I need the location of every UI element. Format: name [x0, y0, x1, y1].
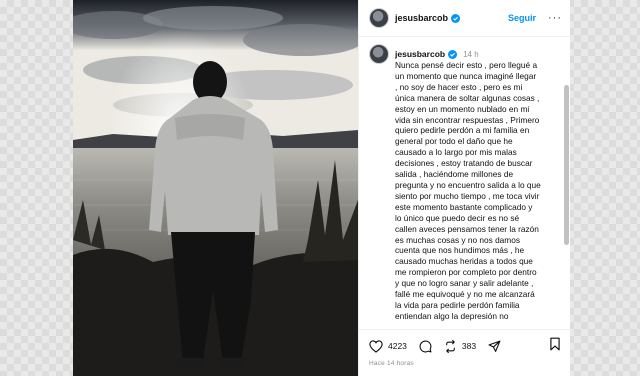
post-image: [73, 0, 358, 376]
post-header: jesusbarcob Seguir ···: [359, 0, 570, 37]
bookmark-icon: [550, 337, 560, 350]
comment-icon: [419, 340, 432, 352]
caption-timestamp: 14 h: [463, 49, 479, 59]
post-actions: 4223 383 Hace 14 horas: [359, 329, 571, 376]
share-icon: [488, 340, 501, 352]
header-username[interactable]: jesusbarcob: [395, 13, 448, 23]
caption-scroll-area[interactable]: jesusbarcob 14 h Nunca pensé decir esto …: [359, 37, 571, 329]
comment-button[interactable]: [419, 340, 432, 353]
repost-button[interactable]: 383: [444, 339, 477, 353]
avatar[interactable]: [369, 8, 389, 28]
save-button[interactable]: [549, 337, 561, 356]
heart-icon: [369, 339, 383, 353]
post-panel: jesusbarcob Seguir ··· jesusbarcob 14 h …: [358, 0, 571, 376]
post-date: Hace 14 horas: [369, 360, 414, 367]
scrollbar[interactable]: [564, 85, 569, 245]
verified-badge-icon: [448, 49, 458, 59]
more-options-icon[interactable]: ···: [548, 12, 562, 24]
repost-icon: [446, 339, 455, 353]
repost-count: 383: [461, 341, 477, 351]
caption-text: Nunca pensé decir esto , pero llegué a u…: [395, 60, 541, 321]
like-button[interactable]: 4223: [369, 339, 407, 353]
caption-username[interactable]: jesusbarcob: [395, 49, 445, 59]
share-button[interactable]: [488, 340, 501, 353]
follow-button[interactable]: Seguir: [508, 13, 536, 23]
post-photo[interactable]: [73, 0, 358, 376]
action-row: 4223 383: [369, 336, 561, 356]
verified-badge-icon: [451, 13, 461, 23]
like-count: 4223: [388, 341, 407, 351]
caption-avatar[interactable]: [369, 44, 389, 64]
